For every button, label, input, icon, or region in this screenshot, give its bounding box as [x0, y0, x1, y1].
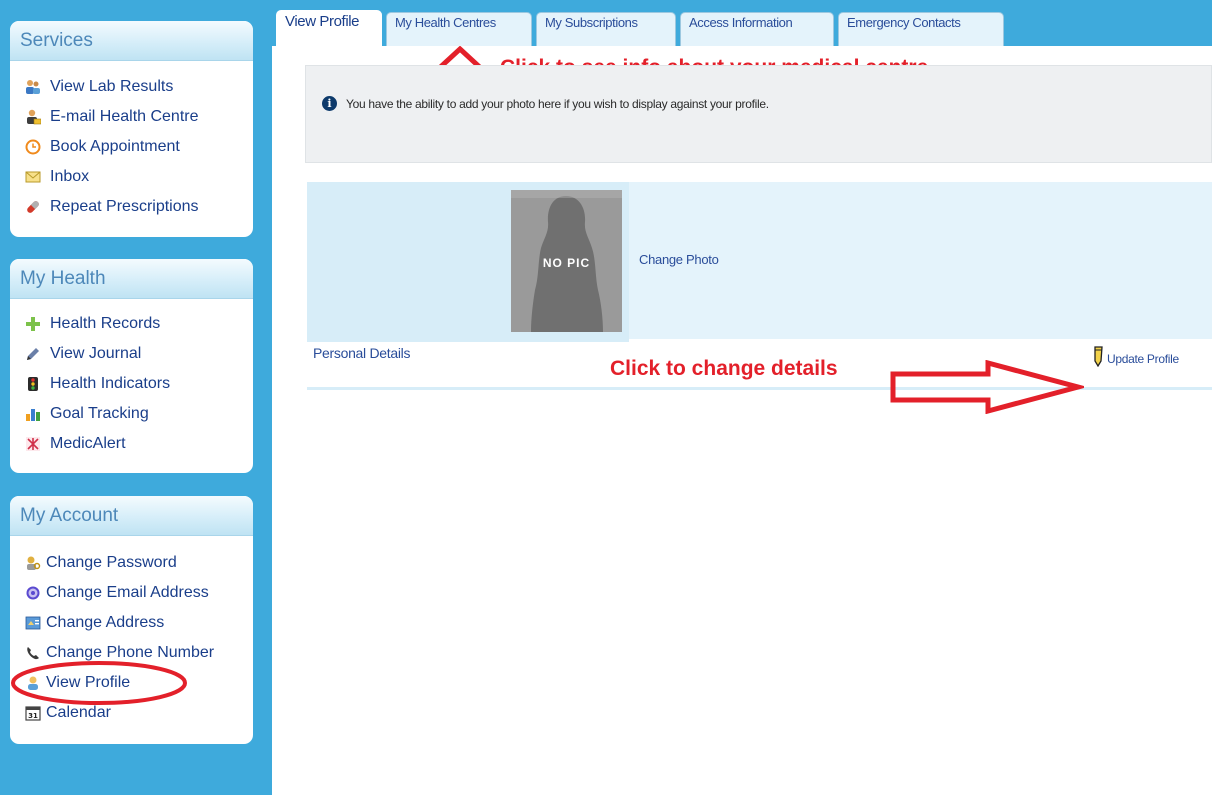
tab-emergency-contacts[interactable]: Emergency Contacts [838, 12, 1004, 46]
calendar-icon: 31 [25, 705, 41, 721]
my-account-header: My Account [10, 496, 253, 536]
my-health-panel: My Health Health Records View Journal He… [10, 259, 253, 473]
tab-my-subscriptions[interactable]: My Subscriptions [536, 12, 676, 46]
sidebar-item-view-journal[interactable]: View Journal [10, 339, 253, 369]
sidebar-item-inbox[interactable]: Inbox [10, 162, 253, 192]
sidebar-item-health-indicators[interactable]: Health Indicators [10, 369, 253, 399]
details-hint-arrow-right [890, 360, 1084, 414]
plus-icon [25, 316, 41, 332]
at-sign-icon [25, 585, 41, 601]
change-photo-link[interactable]: Change Photo [639, 252, 719, 267]
medicalert-icon [25, 436, 41, 452]
personal-details-label: Personal Details [313, 345, 411, 361]
no-pic-label: NO PIC [542, 256, 591, 270]
sidebar: Services View Lab Results E-mail Health … [0, 0, 272, 795]
sidebar-item-book-appointment[interactable]: Book Appointment [10, 132, 253, 162]
photo-info-box: i You have the ability to add your photo… [305, 65, 1212, 163]
sidebar-item-change-password[interactable]: Change Password [10, 548, 253, 578]
details-hint-text: Click to change details [610, 357, 838, 380]
sidebar-item-view-lab-results[interactable]: View Lab Results [10, 72, 253, 102]
lab-results-icon [25, 79, 41, 95]
svg-text:31: 31 [28, 712, 38, 720]
pencil-edit-icon [1092, 345, 1104, 372]
tab-my-health-centres[interactable]: My Health Centres [386, 12, 532, 46]
my-health-header: My Health [10, 259, 253, 299]
profile-photo-placeholder: NO PIC [511, 190, 622, 332]
tab-view-profile[interactable]: View Profile [276, 10, 382, 46]
photo-info-text: You have the ability to add your photo h… [346, 97, 769, 111]
sidebar-item-change-address[interactable]: Change Address [10, 608, 253, 638]
sidebar-item-email-health-centre[interactable]: E-mail Health Centre [10, 102, 253, 132]
envelope-icon [25, 169, 41, 185]
pill-icon [25, 199, 41, 215]
bar-chart-icon [25, 406, 41, 422]
services-panel: Services View Lab Results E-mail Health … [10, 21, 253, 237]
address-card-icon [25, 615, 41, 631]
sidebar-item-repeat-prescriptions[interactable]: Repeat Prescriptions [10, 192, 253, 222]
info-icon: i [322, 96, 337, 111]
services-header: Services [10, 21, 253, 61]
pencil-icon [25, 346, 41, 362]
email-centre-icon [25, 109, 41, 125]
update-profile-link[interactable]: Update Profile [1092, 345, 1179, 372]
clock-icon [25, 139, 41, 155]
sidebar-item-medicalert[interactable]: MedicAlert [10, 429, 253, 459]
view-profile-highlight-ellipse [11, 661, 187, 705]
sidebar-item-change-email-address[interactable]: Change Email Address [10, 578, 253, 608]
sidebar-item-goal-tracking[interactable]: Goal Tracking [10, 399, 253, 429]
traffic-light-icon [25, 376, 41, 392]
key-user-icon [25, 555, 41, 571]
sidebar-item-health-records[interactable]: Health Records [10, 309, 253, 339]
tab-access-information[interactable]: Access Information [680, 12, 834, 46]
